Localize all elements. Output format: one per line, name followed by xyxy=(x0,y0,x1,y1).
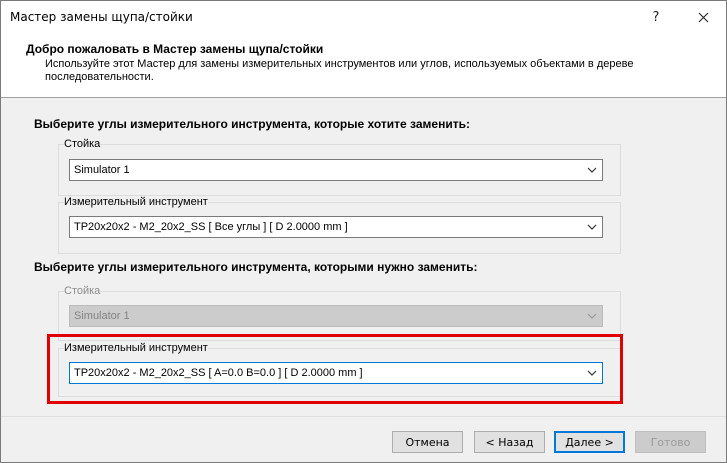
close-icon xyxy=(698,12,708,22)
source-tool-value: TP20x20x2 - M2_20x2_SS [ Все углы ] [ D … xyxy=(74,221,348,233)
source-stand-combo[interactable]: Simulator 1 xyxy=(69,159,603,181)
wizard-window: Мастер замены щупа/стойки ? Добро пожало… xyxy=(0,0,727,463)
source-stand-value: Simulator 1 xyxy=(74,164,130,176)
target-stand-value: Simulator 1 xyxy=(74,310,130,322)
chevron-down-icon xyxy=(585,308,599,324)
wizard-header: Добро пожаловать в Мастер замены щупа/ст… xyxy=(1,33,726,98)
source-tool-combo[interactable]: TP20x20x2 - M2_20x2_SS [ Все углы ] [ D … xyxy=(69,216,603,238)
help-button[interactable]: ? xyxy=(633,1,679,33)
footer-divider xyxy=(1,416,726,417)
back-button[interactable]: < Назад xyxy=(474,431,545,453)
header-title: Добро пожаловать в Мастер замены щупа/ст… xyxy=(26,42,324,56)
header-description: Используйте этот Мастер для замены измер… xyxy=(45,58,634,83)
source-stand-label: Стойка xyxy=(64,138,101,150)
chevron-down-icon xyxy=(585,162,599,178)
highlight-box xyxy=(47,334,623,404)
title-bar: Мастер замены щупа/стойки ? xyxy=(1,1,726,33)
next-button[interactable]: Далее > xyxy=(554,431,625,453)
target-section-title: Выберите углы измерительного инструмента… xyxy=(34,260,478,274)
target-stand-label: Стойка xyxy=(64,285,101,297)
cancel-button[interactable]: Отмена xyxy=(392,431,463,453)
chevron-down-icon xyxy=(585,219,599,235)
finish-button: Готово xyxy=(635,431,706,453)
target-stand-combo: Simulator 1 xyxy=(69,305,603,327)
source-tool-label: Измерительный инструмент xyxy=(64,196,208,208)
window-title: Мастер замены щупа/стойки xyxy=(10,10,193,24)
close-button[interactable] xyxy=(680,1,726,33)
source-section-title: Выберите углы измерительного инструмента… xyxy=(34,117,470,131)
